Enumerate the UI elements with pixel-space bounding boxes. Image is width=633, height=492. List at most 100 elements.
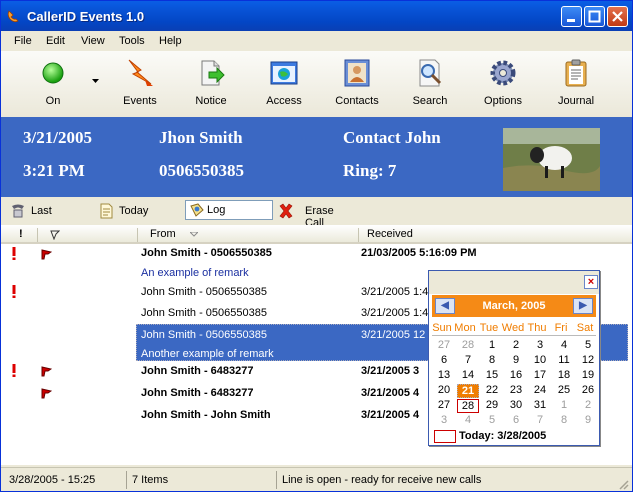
- call-time: 3:21 PM: [23, 161, 85, 180]
- calendar-day[interactable]: 7: [457, 354, 479, 368]
- calendar-day[interactable]: 9: [577, 414, 599, 428]
- table-row[interactable]: John Smith - 0506550385 21/03/2005 5:16:…: [1, 243, 632, 264]
- last-label: Last: [31, 205, 52, 217]
- calendar-day[interactable]: 1: [553, 399, 575, 413]
- minimize-button[interactable]: [561, 6, 582, 27]
- calendar-day[interactable]: 30: [505, 399, 527, 413]
- options-button[interactable]: Options: [467, 55, 539, 115]
- header-importance[interactable]: !: [19, 228, 23, 240]
- magnifier-search-icon: [419, 59, 442, 87]
- dropdown-arrow-icon[interactable]: [92, 79, 99, 84]
- menu-edit[interactable]: Edit: [46, 35, 65, 47]
- calendar-close-button[interactable]: ×: [584, 275, 598, 289]
- calendar-day[interactable]: 2: [577, 399, 599, 413]
- header-from[interactable]: From: [150, 228, 176, 240]
- flag-icon[interactable]: [41, 249, 52, 260]
- calendar-day[interactable]: 31: [529, 399, 551, 413]
- calendar-day[interactable]: 11: [553, 354, 575, 368]
- calendar-day[interactable]: 24: [529, 384, 551, 398]
- notice-button[interactable]: Notice: [175, 55, 247, 115]
- weekday-label: Fri: [554, 322, 568, 334]
- calendar-day[interactable]: 28: [457, 339, 479, 353]
- calendar-day[interactable]: 6: [433, 354, 455, 368]
- notice-label: Notice: [195, 95, 227, 107]
- calendar-day[interactable]: 29: [481, 399, 503, 413]
- calendar-day[interactable]: 10: [529, 354, 551, 368]
- status-line-message: Line is open - ready for receive new cal…: [282, 474, 482, 486]
- menu-tools[interactable]: Tools: [119, 35, 145, 47]
- gear-icon: [490, 60, 516, 86]
- flag-icon[interactable]: [41, 366, 52, 377]
- calendar-day[interactable]: 21: [457, 384, 479, 398]
- calendar-day[interactable]: 19: [577, 369, 599, 383]
- calendar-day[interactable]: 26: [577, 384, 599, 398]
- calendar-day[interactable]: 5: [481, 414, 503, 428]
- log-button[interactable]: Log: [185, 200, 273, 220]
- caller-name: Jhon Smith: [159, 128, 243, 147]
- menu-bar: File Edit View Tools Help: [1, 31, 632, 51]
- calendar-day[interactable]: 4: [457, 414, 479, 428]
- calendar-day[interactable]: 27: [433, 339, 455, 353]
- menu-help[interactable]: Help: [159, 35, 182, 47]
- row-received: 3/21/2005 4: [361, 387, 420, 399]
- on-button[interactable]: On: [17, 55, 89, 115]
- phone-last-icon: [12, 204, 24, 218]
- log-label: Log: [207, 204, 226, 216]
- menu-view[interactable]: View: [81, 35, 105, 47]
- calendar-day[interactable]: 16: [505, 369, 527, 383]
- calendar-day[interactable]: 5: [577, 339, 599, 353]
- header-received[interactable]: Received: [367, 228, 413, 240]
- calendar-day[interactable]: 7: [529, 414, 551, 428]
- calendar-day[interactable]: 18: [553, 369, 575, 383]
- events-label: Events: [123, 95, 157, 107]
- calendar-day[interactable]: 22: [481, 384, 503, 398]
- search-button[interactable]: Search: [394, 55, 466, 115]
- calendar-day[interactable]: 23: [505, 384, 527, 398]
- weekday-label: Wed: [501, 322, 525, 334]
- calendar-day[interactable]: 27: [433, 399, 455, 413]
- access-label: Access: [266, 95, 302, 107]
- calendar-day[interactable]: 9: [505, 354, 527, 368]
- events-button[interactable]: Events: [104, 55, 176, 115]
- contacts-button[interactable]: Contacts: [321, 55, 393, 115]
- clipboard-journal-icon: [565, 59, 587, 87]
- row-received: 3/21/2005 12: [361, 329, 426, 341]
- calendar-day[interactable]: 28: [457, 399, 479, 413]
- calendar-day[interactable]: 25: [553, 384, 575, 398]
- calendar-day[interactable]: 2: [505, 339, 527, 353]
- calendar-day[interactable]: 13: [433, 369, 455, 383]
- calendar-day[interactable]: 15: [481, 369, 503, 383]
- menu-file[interactable]: File: [14, 35, 32, 47]
- calendar-day[interactable]: 3: [529, 339, 551, 353]
- calendar-day[interactable]: 20: [433, 384, 455, 398]
- search-label: Search: [412, 95, 448, 107]
- calendar-today-link[interactable]: Today: 3/28/2005: [459, 430, 546, 442]
- calendar-day[interactable]: 12: [577, 354, 599, 368]
- flag-icon[interactable]: [41, 388, 52, 399]
- access-button[interactable]: Access: [248, 55, 320, 115]
- resize-grip-icon[interactable]: [617, 478, 629, 490]
- contact-name: Contact John: [343, 128, 441, 147]
- title-bar[interactable]: CallerID Events 1.0: [1, 1, 632, 31]
- calendar-day[interactable]: 6: [505, 414, 527, 428]
- app-phone-icon: [7, 10, 19, 23]
- calendar-day[interactable]: 1: [481, 339, 503, 353]
- caller-number: 0506550385: [159, 161, 244, 180]
- calendar-day[interactable]: 14: [457, 369, 479, 383]
- calendar-day[interactable]: 8: [481, 354, 503, 368]
- row-from: John Smith - 0506550385: [141, 329, 267, 341]
- maximize-button[interactable]: [584, 6, 605, 27]
- calendar-day[interactable]: 4: [553, 339, 575, 353]
- journal-button[interactable]: Journal: [540, 55, 612, 115]
- row-remark: Another example of remark: [141, 348, 274, 360]
- calendar-day[interactable]: 3: [433, 414, 455, 428]
- close-button[interactable]: [607, 6, 628, 27]
- header-flag-icon[interactable]: [50, 230, 60, 240]
- red-x-icon: [279, 203, 293, 219]
- calendar-day[interactable]: 8: [553, 414, 575, 428]
- weekday-label: Thu: [527, 322, 547, 334]
- list-header: ! From Received: [1, 225, 632, 244]
- next-month-button[interactable]: ▶: [573, 298, 593, 314]
- row-from: John Smith - 0506550385: [141, 307, 267, 319]
- calendar-day[interactable]: 17: [529, 369, 551, 383]
